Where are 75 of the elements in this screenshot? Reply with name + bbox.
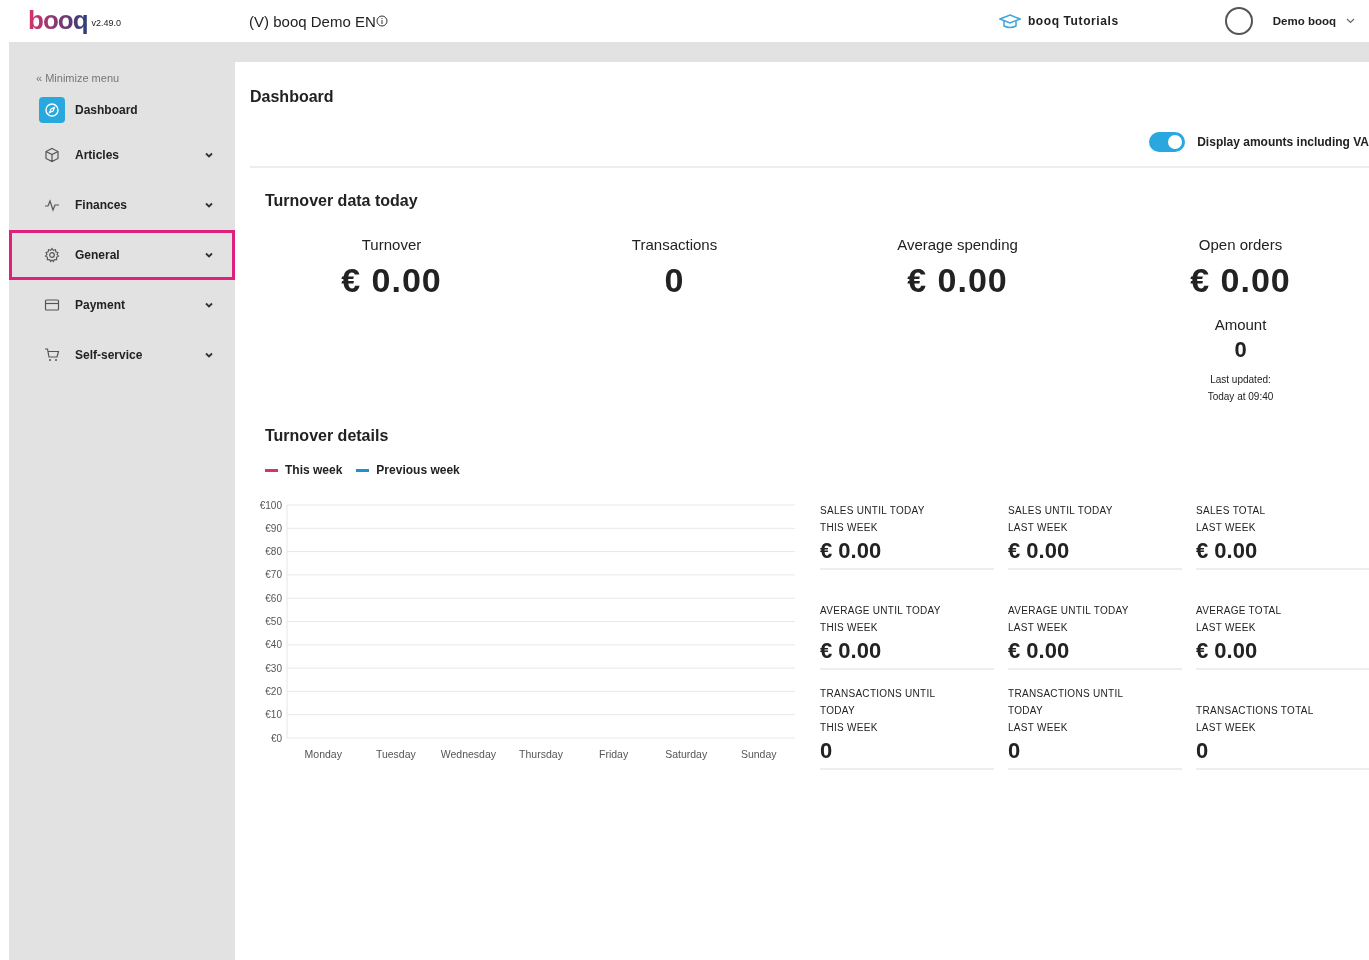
- axis-tick-label: €20: [265, 685, 282, 697]
- toggle-label: Display amounts including VA: [1197, 135, 1369, 149]
- axis-tick-label: €70: [265, 569, 282, 581]
- legend-label: Previous week: [376, 463, 460, 477]
- stat-label: AVERAGE UNTIL TODAY LAST WEEK: [1008, 604, 1130, 635]
- stat-label: TRANSACTIONS UNTIL TODAY LAST WEEK: [1008, 687, 1125, 735]
- credit-card-icon: [44, 297, 60, 313]
- sidebar-item[interactable]: Payment: [9, 280, 235, 330]
- pulse-icon: [44, 197, 60, 213]
- axis-tick-label: Saturday: [665, 748, 708, 760]
- stat-value: € 0.00: [1008, 638, 1071, 664]
- metric-value: € 0.00: [907, 261, 1008, 300]
- axis-tick-label: Wednesday: [440, 748, 497, 760]
- venue-name: (V) booq Demo EN: [249, 12, 376, 30]
- user-menu[interactable]: Demo booq: [1272, 15, 1355, 27]
- page-title: Dashboard: [250, 88, 335, 106]
- axis-tick-label: €30: [265, 662, 282, 674]
- axis-tick-label: €80: [265, 546, 282, 558]
- metric-label: Transactions: [631, 236, 718, 253]
- sidebar-item[interactable]: Finances: [9, 180, 235, 230]
- sidebar-item[interactable]: Dashboard: [9, 90, 235, 130]
- metric-value: 0: [664, 261, 685, 300]
- stat-value: € 0.00: [820, 638, 883, 664]
- tutorials-link[interactable]: booq Tutorials: [998, 13, 1119, 29]
- axis-tick-label: €50: [265, 616, 282, 627]
- stat-value: € 0.00: [1196, 638, 1259, 664]
- stat-value: 0: [1196, 738, 1210, 764]
- axis-tick-label: Friday: [599, 748, 629, 760]
- version-label: v2.49.0: [91, 18, 122, 28]
- info-icon: [375, 15, 388, 27]
- compass-icon: [44, 102, 60, 118]
- stat-label: TRANSACTIONS UNTIL TODAY THIS WEEK: [820, 687, 937, 735]
- metric-value: € 0.00: [1190, 261, 1291, 300]
- axis-tick-label: Thursday: [519, 748, 563, 760]
- graduation-cap-icon: [998, 13, 1021, 29]
- axis-tick-label: €90: [265, 522, 282, 534]
- stat-label: TRANSACTIONS TOTAL LAST WEEK: [1196, 704, 1315, 735]
- stat-label: SALES UNTIL TODAY LAST WEEK: [1008, 504, 1114, 535]
- section-title: Turnover details: [265, 427, 390, 445]
- stat-label: AVERAGE TOTAL LAST WEEK: [1196, 604, 1283, 635]
- axis-tick-label: Sunday: [740, 748, 777, 760]
- metric-label: Open orders: [1198, 236, 1283, 253]
- metric-value: € 0.00: [341, 261, 442, 300]
- gear-icon: [44, 247, 60, 263]
- stat-value: € 0.00: [1008, 538, 1071, 564]
- minimize-menu-link[interactable]: « Minimize menu: [36, 72, 120, 84]
- stat-value: 0: [820, 738, 834, 764]
- axis-tick-label: Monday: [304, 748, 342, 760]
- stat-label: SALES TOTAL LAST WEEK: [1196, 504, 1267, 535]
- axis-tick-label: €40: [265, 639, 282, 651]
- avatar-icon[interactable]: [1224, 7, 1253, 35]
- cart-icon: [44, 347, 60, 363]
- stat-label: SALES UNTIL TODAY THIS WEEK: [820, 504, 926, 535]
- legend-label: This week: [285, 463, 343, 477]
- axis-tick-label: €0: [270, 732, 282, 744]
- axis-tick-label: Tuesday: [375, 748, 416, 760]
- metric-value: 0: [1234, 337, 1247, 363]
- chevron-down-icon: [1346, 18, 1355, 24]
- sidebar-item[interactable]: Self-service: [9, 330, 235, 380]
- stat-label: AVERAGE UNTIL TODAY THIS WEEK: [820, 604, 942, 635]
- sidebar-item[interactable]: Articles: [9, 130, 235, 180]
- axis-tick-label: €100: [259, 499, 282, 511]
- axis-tick-label: €60: [265, 592, 282, 604]
- last-updated-text: Last updated: Today at 09:40: [1207, 373, 1274, 404]
- stat-value: € 0.00: [820, 538, 883, 564]
- metric-label: Average spending: [897, 236, 1018, 253]
- section-title: Turnover data today: [265, 192, 419, 210]
- sidebar-item[interactable]: General: [9, 230, 235, 280]
- metric-label: Amount: [1214, 316, 1267, 333]
- vat-toggle[interactable]: [1149, 132, 1186, 152]
- stat-value: 0: [1008, 738, 1022, 764]
- cube-icon: [44, 147, 60, 163]
- metric-label: Turnover: [361, 236, 422, 253]
- stat-value: € 0.00: [1196, 538, 1259, 564]
- axis-tick-label: €10: [265, 709, 282, 721]
